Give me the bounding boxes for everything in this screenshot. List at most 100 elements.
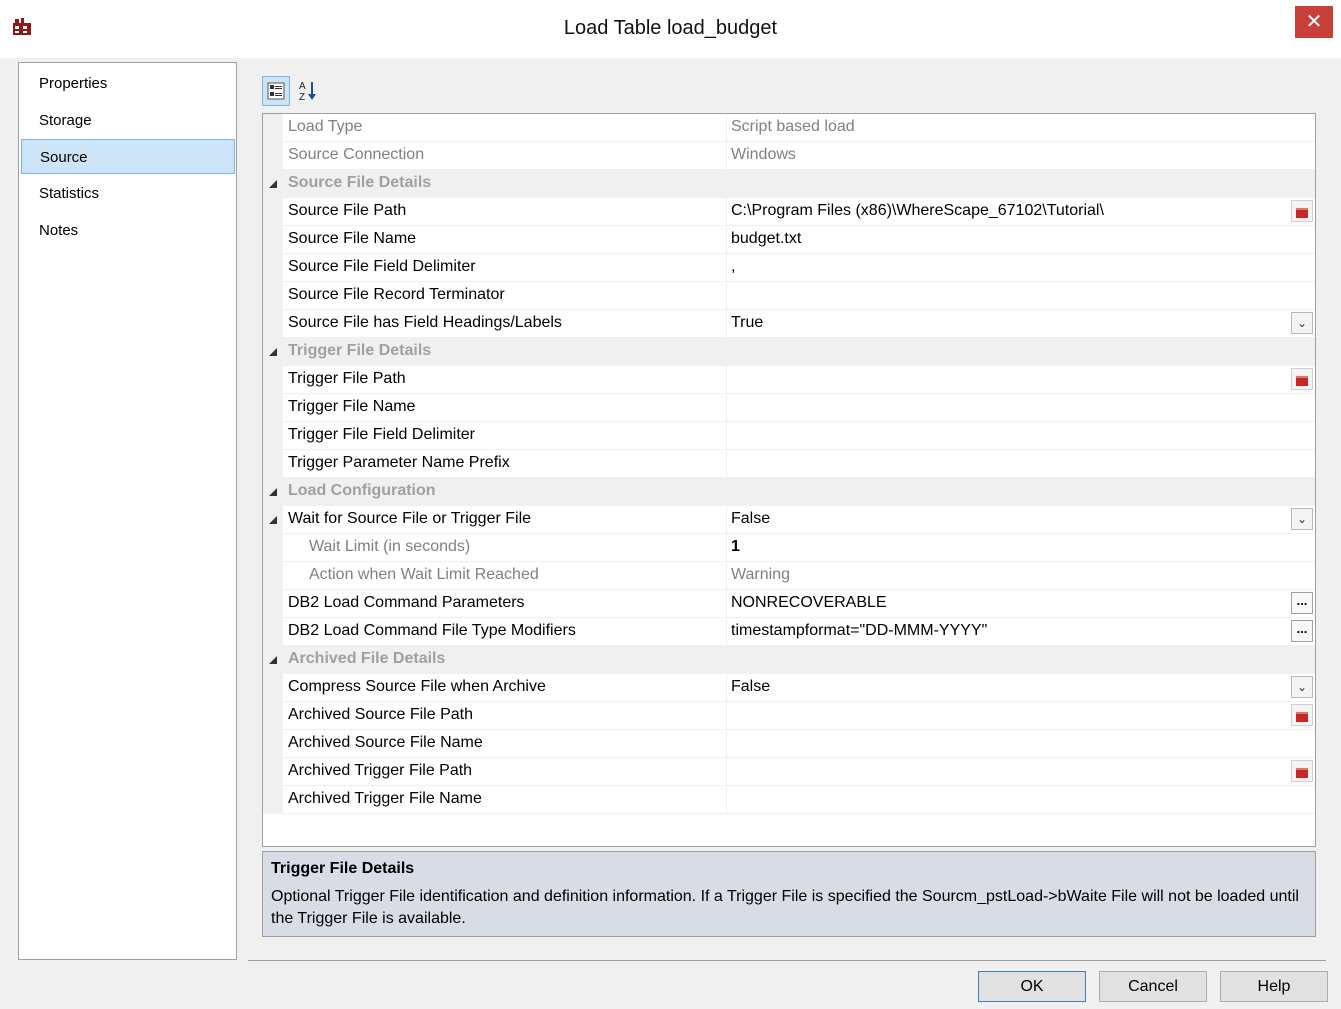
collapse-triangle-icon[interactable] [269, 656, 277, 664]
property-name: Source Connection [288, 146, 425, 163]
categorized-view-button[interactable] [262, 76, 290, 106]
svg-text:A: A [299, 81, 306, 92]
sidebar-item-label: Source [40, 149, 88, 166]
close-button[interactable]: ✕ [1295, 6, 1333, 38]
property-row-source-record-terminator[interactable]: Source File Record Terminator [263, 282, 1315, 310]
ellipsis-button[interactable]: ... [1291, 592, 1313, 614]
chevron-down-icon[interactable]: ⌄ [1291, 508, 1313, 530]
property-row-wait-limit[interactable]: Wait Limit (in seconds) 1 [263, 534, 1315, 562]
property-name: Source File Name [288, 230, 417, 247]
property-row-source-file-path[interactable]: Source File Path C:\Program Files (x86)\W… [263, 198, 1315, 226]
collapse-triangle-icon[interactable] [269, 180, 277, 188]
property-value: budget.txt [731, 230, 802, 247]
property-row-archived-trigger-path[interactable]: Archived Trigger File Path [263, 758, 1315, 786]
property-row-source-headings[interactable]: Source File has Field Headings/Labels Tru… [263, 310, 1315, 338]
sidebar-item-label: Properties [39, 75, 108, 92]
property-value: True [731, 314, 764, 331]
property-name: Load Type [288, 118, 363, 135]
chevron-down-icon[interactable]: ⌄ [1291, 676, 1313, 698]
property-value: False [731, 678, 771, 695]
property-name: Archived Source File Name [288, 734, 483, 751]
window-title: Load Table load_budget [563, 17, 778, 39]
chevron-down-icon[interactable]: ⌄ [1291, 312, 1313, 334]
property-row-archived-source-path[interactable]: Archived Source File Path [263, 702, 1315, 730]
property-name: DB2 Load Command File Type Modifiers [288, 622, 576, 639]
sidebar-item-notes[interactable]: Notes [21, 213, 235, 248]
category-label: Archived File Details [288, 650, 446, 667]
categorized-view-icon [267, 82, 285, 100]
category-label: Trigger File Details [288, 342, 432, 359]
property-name: Source File Record Terminator [288, 286, 505, 303]
property-name: Compress Source File when Archive [288, 678, 546, 695]
property-name: Trigger File Field Delimiter [288, 426, 475, 443]
property-row-wait-for-source[interactable]: Wait for Source File or Trigger File Fals… [263, 506, 1315, 534]
collapse-triangle-icon[interactable] [269, 488, 277, 496]
property-name: Action when Wait Limit Reached [309, 566, 539, 583]
property-name: Trigger File Name [288, 398, 416, 415]
category-source-file-details[interactable]: Source File Details [263, 170, 1315, 198]
property-row-source-file-name[interactable]: Source File Name budget.txt [263, 226, 1315, 254]
folder-browse-icon[interactable] [1291, 368, 1313, 390]
sidebar-item-storage[interactable]: Storage [21, 103, 235, 138]
collapse-triangle-icon[interactable] [269, 348, 277, 356]
title-bar: Load Table load_budget ✕ [0, 0, 1341, 58]
help-button[interactable]: Help [1220, 971, 1328, 1002]
property-value: , [731, 258, 736, 275]
category-trigger-file-details[interactable]: Trigger File Details [263, 338, 1315, 366]
sidebar-item-source[interactable]: Source [21, 139, 235, 174]
property-name: Source File has Field Headings/Labels [288, 314, 562, 331]
sidebar-item-label: Storage [39, 112, 92, 129]
ok-button[interactable]: OK [978, 971, 1086, 1002]
property-row-trigger-field-delimiter[interactable]: Trigger File Field Delimiter [263, 422, 1315, 450]
sidebar-item-statistics[interactable]: Statistics [21, 176, 235, 211]
sidebar-item-properties[interactable]: Properties [21, 66, 235, 101]
property-name: Source File Path [288, 202, 407, 219]
property-row-wait-action[interactable]: Action when Wait Limit Reached Warning [263, 562, 1315, 590]
description-title: Trigger File Details [271, 860, 415, 877]
property-row-source-connection[interactable]: Source Connection Windows [263, 142, 1315, 170]
property-row-load-type[interactable]: Load Type Script based load [263, 114, 1315, 142]
property-row-source-field-delimiter[interactable]: Source File Field Delimiter, [263, 254, 1315, 282]
folder-browse-icon[interactable] [1291, 760, 1313, 782]
svg-text:Z: Z [299, 92, 305, 103]
property-row-db2-params[interactable]: DB2 Load Command Parameters NONRECOVERABL… [263, 590, 1315, 618]
property-row-archived-source-name[interactable]: Archived Source File Name [263, 730, 1315, 758]
property-row-trigger-file-name[interactable]: Trigger File Name [263, 394, 1315, 422]
property-value: False [731, 510, 771, 527]
property-value: NONRECOVERABLE [731, 594, 887, 611]
property-row-trigger-parameter-prefix[interactable]: Trigger Parameter Name Prefix [263, 450, 1315, 478]
description-text: Optional Trigger File identification and… [271, 888, 1299, 927]
property-value: Warning [731, 566, 790, 583]
folder-browse-icon[interactable] [1291, 200, 1313, 222]
property-row-trigger-file-path[interactable]: Trigger File Path [263, 366, 1315, 394]
alphabetical-sort-button[interactable]: A Z [296, 76, 324, 106]
property-name: Source File Field Delimiter [288, 258, 476, 275]
property-name: DB2 Load Command Parameters [288, 594, 525, 611]
category-label: Load Configuration [288, 482, 436, 499]
property-name: Archived Trigger File Name [288, 790, 482, 807]
ellipsis-button[interactable]: ... [1291, 620, 1313, 642]
property-name: Archived Source File Path [288, 706, 473, 723]
category-archived-file-details[interactable]: Archived File Details [263, 646, 1315, 674]
property-row-compress[interactable]: Compress Source File when Archive False ⌄ [263, 674, 1315, 702]
property-value: Script based load [731, 118, 855, 135]
sidebar: Properties Storage Source Statistics Not… [18, 62, 237, 960]
category-load-configuration[interactable]: Load Configuration [263, 478, 1315, 506]
property-name: Wait Limit (in seconds) [309, 538, 471, 555]
property-value: Windows [731, 146, 796, 163]
property-value: timestampformat="DD-MMM-YYYY" [731, 622, 988, 639]
cancel-button[interactable]: Cancel [1099, 971, 1207, 1002]
property-name: Wait for Source File or Trigger File [288, 510, 532, 527]
sidebar-item-label: Statistics [39, 185, 100, 202]
property-grid: Load Type Script based load Source Connec… [262, 113, 1316, 847]
footer-divider [248, 960, 1326, 961]
property-row-archived-trigger-name[interactable]: Archived Trigger File Name [263, 786, 1315, 814]
folder-browse-icon[interactable] [1291, 704, 1313, 726]
property-value: C:\Program Files (x86)\WhereScape_67102\… [731, 202, 1104, 219]
property-name: Trigger Parameter Name Prefix [288, 454, 510, 471]
property-row-db2-modifiers[interactable]: DB2 Load Command File Type Modifiers time… [263, 618, 1315, 646]
category-label: Source File Details [288, 174, 432, 191]
property-name: Trigger File Path [288, 370, 406, 387]
sort-alphabetical-icon: A Z [299, 81, 316, 103]
collapse-triangle-icon[interactable] [269, 516, 277, 524]
